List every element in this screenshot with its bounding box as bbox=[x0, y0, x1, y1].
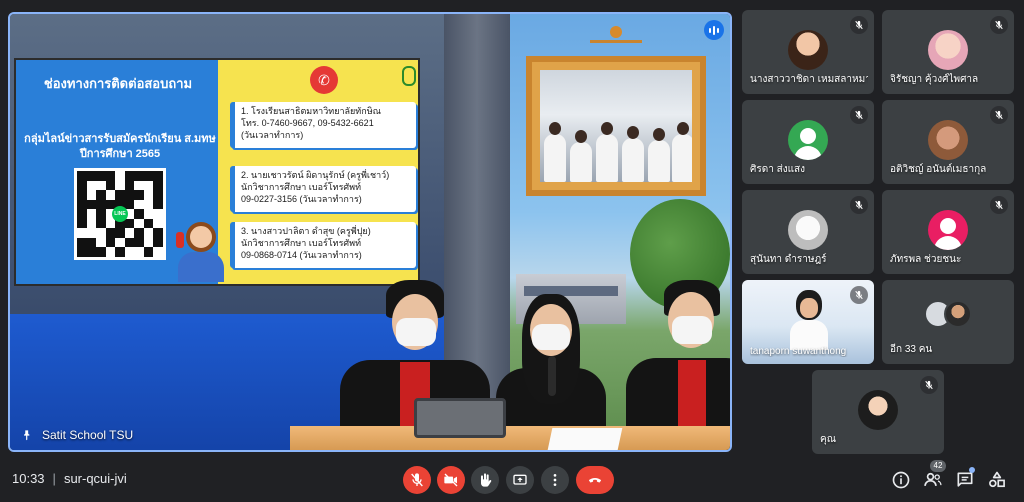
participant-tile[interactable]: นางสาววาชิดา เหมสลาหมาด bbox=[742, 10, 874, 94]
present-icon bbox=[513, 474, 527, 485]
participant-tile[interactable]: จิรัชญา คุ้วงศ์ไพศาล bbox=[882, 10, 1014, 94]
contact-line: 09-0868-0714 (วันเวลาทำการ) bbox=[241, 250, 362, 260]
participant-name: อติวิชญ์ อนันต์เมธากุล bbox=[890, 164, 987, 175]
muted-mic-icon bbox=[990, 106, 1008, 124]
presenter bbox=[626, 280, 730, 450]
qr-code: LINE bbox=[74, 168, 166, 260]
avatar bbox=[928, 120, 968, 160]
more-vert-icon bbox=[553, 474, 557, 486]
poster-title: ช่องทางการติดต่อสอบถาม bbox=[43, 76, 193, 91]
contact-card: 3. นางสาวปาลิตา ดำสุข (ครูพี่ปุย) นักวิช… bbox=[230, 222, 416, 268]
grouped-avatars bbox=[924, 300, 980, 330]
contact-line: นักวิชาการศึกษา เบอร์โทรศัพท์ bbox=[241, 182, 362, 192]
pin-icon[interactable] bbox=[20, 428, 34, 442]
phone-icon: ✆ bbox=[310, 66, 338, 94]
contact-line: โทร. 0-7460-9667, 09-5432-6621 bbox=[241, 118, 374, 128]
activities-icon bbox=[989, 471, 1005, 488]
call-end-icon bbox=[589, 478, 601, 483]
info-separator: | bbox=[52, 471, 56, 486]
line-logo-icon: LINE bbox=[112, 206, 128, 222]
chat-icon bbox=[957, 472, 973, 487]
participant-name: คุณ bbox=[820, 434, 836, 445]
contact-card: 1. โรงเรียนสาธิตมหาวิทยาลัยทักษิณ โทร. 0… bbox=[230, 102, 416, 148]
avatar bbox=[928, 210, 968, 250]
raise-hand-button[interactable] bbox=[471, 466, 499, 494]
participant-name: อีก 33 คน bbox=[890, 344, 933, 355]
speaking-indicator-icon bbox=[704, 20, 724, 40]
poster-subtitle: กลุ่มไลน์ข่าวสารรับสมัครนักเรียน ส.มทษ ป… bbox=[24, 133, 216, 160]
contact-line: (วันเวลาทำการ) bbox=[241, 130, 304, 140]
person-icon bbox=[940, 218, 956, 234]
activities-button[interactable] bbox=[986, 469, 1008, 491]
laptop bbox=[414, 398, 506, 438]
participant-tile[interactable]: อติวิชญ์ อนันต์เมธากุล bbox=[882, 100, 1014, 184]
participant-name: tanaporn suwanthong bbox=[750, 346, 847, 357]
contact-poster: ช่องทางการติดต่อสอบถาม กลุ่มไลน์ข่าวสารร… bbox=[14, 58, 420, 286]
participant-tile[interactable]: สุนันทา ดำราษฎร์ bbox=[742, 190, 874, 274]
person-icon bbox=[800, 128, 816, 144]
muted-mic-icon bbox=[990, 16, 1008, 34]
chat-notification-dot bbox=[969, 467, 975, 473]
participant-name: ศิรดา ส่งแสง bbox=[750, 164, 806, 175]
participant-tile[interactable]: ภัทรพล ช่วยชนะ bbox=[882, 190, 1014, 274]
muted-mic-icon bbox=[850, 16, 868, 34]
avatar bbox=[858, 390, 898, 430]
school-logo-icon bbox=[402, 66, 416, 86]
muted-mic-icon bbox=[850, 196, 868, 214]
meet-window: ช่องทางการติดต่อสอบถาม กลุ่มไลน์ข่าวสารร… bbox=[0, 0, 1024, 502]
info-icon bbox=[892, 471, 910, 489]
muted-mic-icon bbox=[850, 106, 868, 124]
participant-tile[interactable]: คุณ bbox=[812, 370, 944, 454]
clock: 10:33 bbox=[12, 471, 45, 486]
contact-line: 1. โรงเรียนสาธิตมหาวิทยาลัยทักษิณ bbox=[241, 106, 381, 116]
participant-name: ภัทรพล ช่วยชนะ bbox=[890, 254, 962, 265]
contact-line: 09-0227-3156 (วันเวลาทำการ) bbox=[241, 194, 362, 204]
main-tile-name-label: Satit School TSU bbox=[42, 428, 134, 442]
papers bbox=[547, 428, 623, 450]
avatar bbox=[788, 210, 828, 250]
meeting-info: 10:33 | sur-qcui-jvi bbox=[12, 471, 127, 486]
muted-mic-icon bbox=[990, 196, 1008, 214]
main-video-tile[interactable]: ช่องทางการติดต่อสอบถาม กลุ่มไลน์ข่าวสารร… bbox=[8, 12, 732, 452]
contact-card: 2. นายเชาวรัตน์ ผิดานุรักษ์ (ครูพี่เชาว์… bbox=[230, 166, 416, 212]
participant-name: สุนันทา ดำราษฎร์ bbox=[750, 254, 827, 265]
frame-hanger bbox=[584, 26, 648, 58]
participant-tile[interactable]: tanaporn suwanthong bbox=[742, 280, 874, 364]
present-screen-button[interactable] bbox=[506, 466, 534, 494]
contact-line: 2. นายเชาวรัตน์ ผิดานุรักษ์ (ครูพี่เชาว์… bbox=[241, 170, 390, 180]
participant-tile[interactable]: ศิรดา ส่งแสง bbox=[742, 100, 874, 184]
camera-toggle-button[interactable] bbox=[437, 466, 465, 494]
camera-off-icon bbox=[444, 473, 458, 487]
avatar bbox=[788, 30, 828, 70]
participant-name: นางสาววาชิดา เหมสลาหมาด bbox=[750, 74, 868, 85]
desk bbox=[290, 426, 730, 450]
participant-name: จิรัชญา คุ้วงศ์ไพศาล bbox=[890, 74, 979, 85]
bottom-control-bar: 10:33 | sur-qcui-jvi 42 bbox=[0, 458, 1024, 502]
hand-icon bbox=[481, 473, 492, 487]
contact-line: นักวิชาการศึกษา เบอร์โทรศัพท์ bbox=[241, 238, 362, 248]
meeting-code: sur-qcui-jvi bbox=[63, 471, 127, 486]
mic-off-icon bbox=[411, 473, 423, 487]
avatar bbox=[928, 30, 968, 70]
leave-call-button[interactable] bbox=[576, 466, 614, 494]
call-center-illustration bbox=[172, 218, 230, 284]
muted-mic-icon bbox=[850, 286, 868, 304]
people-button[interactable] bbox=[922, 469, 944, 491]
muted-mic-icon bbox=[920, 376, 938, 394]
people-icon bbox=[924, 472, 942, 486]
main-tile-name: Satit School TSU bbox=[20, 428, 133, 442]
people-count-badge: 42 bbox=[930, 460, 946, 472]
group-photo bbox=[540, 70, 692, 182]
participant-tile[interactable]: อีก 33 คน bbox=[882, 280, 1014, 364]
more-options-button[interactable] bbox=[541, 466, 569, 494]
contact-line: 3. นางสาวปาลิตา ดำสุข (ครูพี่ปุย) bbox=[241, 226, 371, 236]
mic-toggle-button[interactable] bbox=[403, 466, 431, 494]
avatar bbox=[788, 120, 828, 160]
photo-frame bbox=[526, 56, 706, 196]
meeting-details-button[interactable] bbox=[890, 469, 912, 491]
